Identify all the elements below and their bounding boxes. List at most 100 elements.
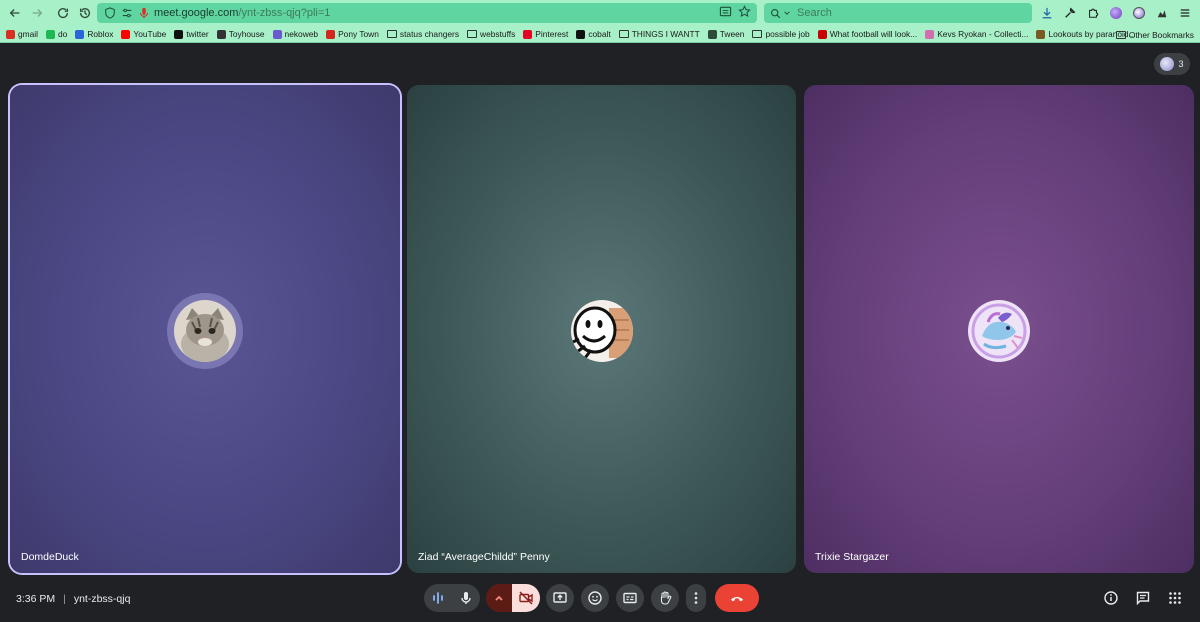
bookmark-favicon-icon [75,29,85,39]
bookmark-favicon-icon [925,29,935,39]
extensions-puzzle-icon[interactable] [1084,3,1101,23]
bookmark-favicon-icon [121,29,131,39]
bookmark-label: YouTube [133,29,167,39]
address-bar[interactable]: meet.google.com/ynt-zbss-qjq?pli=1 [97,3,757,23]
participant-tile[interactable]: DomdeDuck [10,85,400,573]
bookmark-favicon-icon [326,29,336,39]
meeting-code: ynt-zbss-qjq [73,593,131,605]
site-permissions-icon[interactable] [120,6,134,20]
end-call-button[interactable] [715,584,759,612]
bookmark-item[interactable]: Roblox [75,29,113,39]
bookmark-label: twitter [186,29,209,39]
bookmark-star-icon[interactable] [738,5,751,21]
bookmark-item[interactable]: Pony Town [326,29,379,39]
history-icon[interactable] [74,2,96,24]
participants-button[interactable]: 3 [1154,53,1190,75]
chevron-up-icon[interactable] [486,584,512,612]
bookmark-item[interactable]: nekoweb [272,29,319,39]
bookmark-item[interactable]: THINGS I WANTT [618,29,700,39]
back-icon[interactable] [4,2,26,24]
bookmark-label: nekoweb [284,29,319,39]
bookmark-label: What football will look... [829,29,918,39]
bookmark-item[interactable]: twitter [174,29,209,39]
bookmark-item[interactable]: Pinterest [523,29,568,39]
bookmark-item[interactable]: webstuffs [467,29,515,39]
captions-button[interactable] [616,584,644,612]
download-icon[interactable] [1038,3,1055,23]
bookmark-item[interactable]: Kevs Ryokan - Collecti... [925,29,1028,39]
present-screen-button[interactable] [546,584,574,612]
participant-tile[interactable]: Ziad “AverageChildd” Penny [407,85,796,573]
avatar [570,300,633,362]
speaking-indicator [167,293,243,369]
meet-stage: 3 DomdeDuck Ziad “AverageChildd” Penny T… [0,43,1200,622]
bookmark-item[interactable]: cobalt [576,29,611,39]
extensions-area [1038,3,1193,23]
bookmark-label: Kevs Ryokan - Collecti... [937,29,1029,39]
bookmark-favicon-icon [216,29,226,39]
shield-icon[interactable] [103,6,117,20]
extension-purple-icon[interactable] [1107,3,1124,23]
participant-name: Ziad “AverageChildd” Penny [418,551,550,563]
bookmark-item[interactable]: gmail [6,29,38,39]
url-path: /ynt-zbss-qjq?pli=1 [238,7,331,19]
chat-button[interactable] [1128,584,1158,612]
participant-avatar-icon [1160,57,1175,71]
control-bar: 3:36 PM | ynt-zbss-qjq [0,578,1200,622]
folder-icon [386,30,397,38]
reader-view-icon[interactable] [719,5,732,21]
mic-group [424,584,480,612]
mic-in-use-icon[interactable] [137,6,151,20]
more-options-button[interactable] [686,584,706,612]
bookmark-item[interactable]: Tween [707,29,745,39]
participant-name: DomdeDuck [21,551,79,563]
bookmark-favicon-icon [576,29,586,39]
wrench-icon[interactable] [1061,3,1078,23]
bookmark-label: status changers [399,29,460,39]
menu-icon[interactable] [1176,3,1193,23]
bookmark-favicon-icon [272,29,282,39]
bookmark-label: webstuffs [480,29,516,39]
reload-icon[interactable] [52,2,74,24]
participant-tile[interactable]: Trixie Stargazer [804,85,1194,573]
bookmark-label: THINGS I WANTT [631,29,700,39]
folder-icon [752,30,763,38]
avatar [968,300,1030,362]
audio-level-icon[interactable] [424,584,452,612]
bookmark-label: Tween [719,29,745,39]
bookmark-label: Pinterest [535,29,569,39]
bookmark-label: Roblox [87,29,114,39]
bookmark-favicon-icon [6,29,15,39]
bookmark-item[interactable]: do [46,29,67,39]
bookmark-item[interactable]: Toyhouse [216,29,265,39]
other-bookmarks[interactable]: Other Bookmarks [1115,26,1194,42]
emoji-button[interactable] [581,584,609,612]
bookmark-label: cobalt [588,29,611,39]
bookmark-label: Pony Town [338,29,379,39]
side-panel-controls [1096,584,1190,612]
raise-hand-button[interactable] [651,584,679,612]
camera-off-button[interactable] [512,584,540,612]
search-engine-icon[interactable] [770,8,791,19]
bookmark-label: do [58,29,68,39]
bookmark-favicon-icon [46,29,56,39]
info-button[interactable] [1096,584,1126,612]
search-bar[interactable]: Search [764,3,1032,23]
activities-button[interactable] [1160,584,1190,612]
extension-pony-icon[interactable] [1153,3,1170,23]
mic-button[interactable] [452,584,480,612]
folder-icon [1115,30,1126,39]
other-bookmarks-label: Other Bookmarks [1128,29,1194,40]
folder-icon [618,30,629,38]
bookmark-item[interactable]: possible job [752,29,810,39]
meeting-details: 3:36 PM | ynt-zbss-qjq [16,593,130,605]
current-time: 3:36 PM [16,593,56,605]
search-placeholder: Search [797,7,832,19]
bookmark-item[interactable]: YouTube [121,29,166,39]
forward-icon[interactable] [26,2,48,24]
bookmark-item[interactable]: status changers [386,29,460,39]
extension-bw-icon[interactable] [1130,3,1147,23]
bookmark-item[interactable]: What football will look... [817,29,918,39]
url-host: meet.google.com [154,7,239,19]
participant-name: Trixie Stargazer [815,551,889,563]
